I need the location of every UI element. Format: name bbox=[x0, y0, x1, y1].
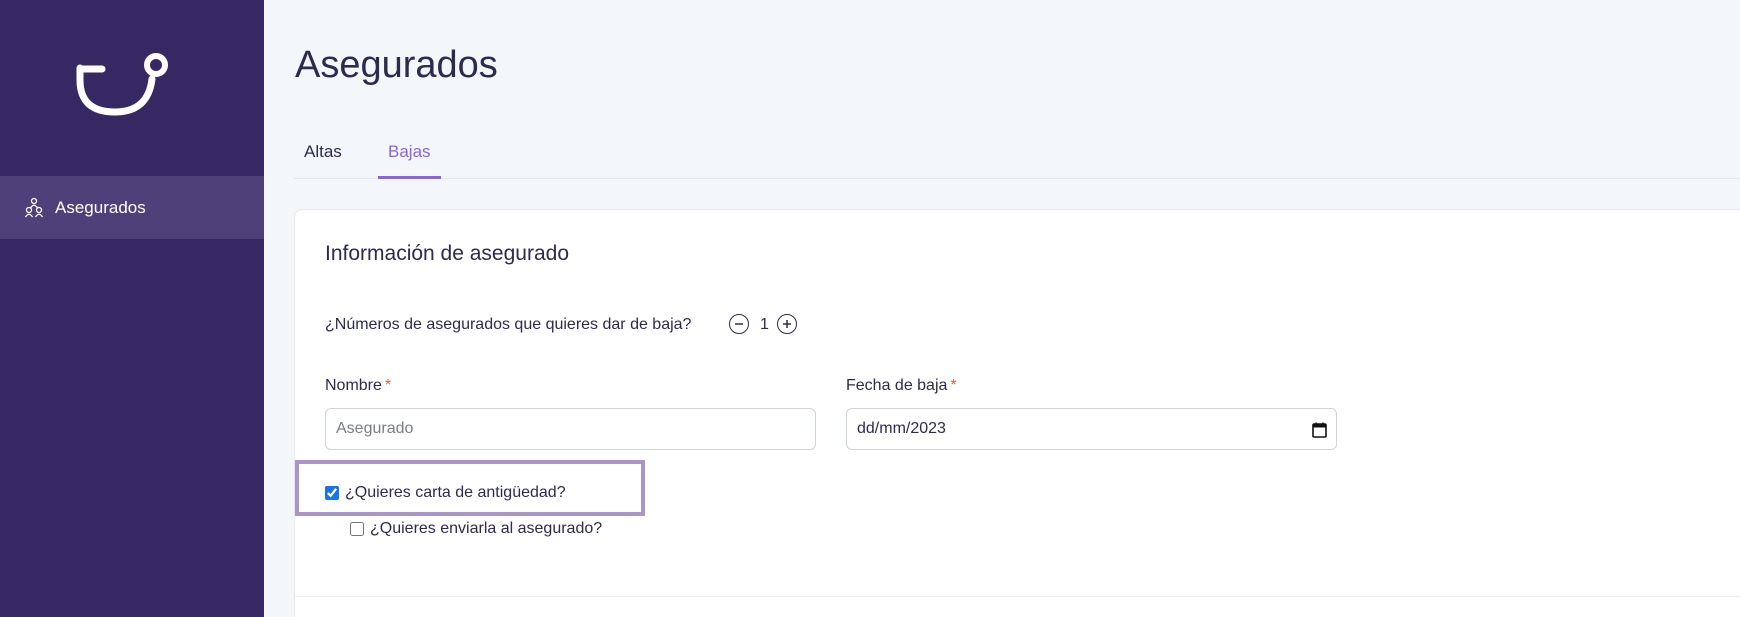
enviar-asegurado-label: ¿Quieres enviarla al asegurado? bbox=[370, 520, 603, 537]
increment-button[interactable] bbox=[777, 314, 797, 334]
carta-antiguedad-option[interactable]: ¿Quieres carta de antigüedad? bbox=[325, 484, 566, 502]
fecha-baja-label: Fecha de baja * bbox=[846, 377, 957, 395]
users-icon bbox=[24, 197, 44, 219]
minus-icon bbox=[735, 323, 743, 325]
carta-antiguedad-label: ¿Quieres carta de antigüedad? bbox=[345, 484, 566, 501]
sidebar-item-label: Asegurados bbox=[55, 197, 146, 217]
main-content: Asegurados Altas Bajas Información de as… bbox=[264, 0, 1740, 617]
carta-antiguedad-checkbox[interactable] bbox=[325, 486, 339, 500]
plus-icon bbox=[783, 320, 791, 328]
count-value: 1 bbox=[760, 316, 769, 333]
enviar-asegurado-checkbox[interactable] bbox=[350, 522, 364, 536]
decrement-button[interactable] bbox=[729, 314, 749, 334]
card-title: Información de asegurado bbox=[325, 242, 569, 265]
sidebar: Asegurados bbox=[0, 0, 264, 617]
calendar-icon[interactable] bbox=[1312, 422, 1327, 438]
tab-altas[interactable]: Altas bbox=[294, 132, 352, 179]
required-marker: * bbox=[384, 377, 392, 394]
nombre-label: Nombre * bbox=[325, 377, 391, 395]
sidebar-item-asegurados[interactable]: Asegurados bbox=[0, 176, 264, 239]
enviar-asegurado-option[interactable]: ¿Quieres enviarla al asegurado? bbox=[350, 520, 602, 538]
card-divider bbox=[295, 596, 1740, 597]
nombre-label-text: Nombre bbox=[325, 377, 382, 394]
tab-bajas[interactable]: Bajas bbox=[378, 132, 441, 179]
count-question-label: ¿Números de asegurados que quieres dar d… bbox=[325, 316, 692, 333]
tab-bar: Altas Bajas bbox=[294, 132, 1740, 179]
fecha-baja-label-text: Fecha de baja bbox=[846, 377, 948, 394]
required-marker: * bbox=[950, 377, 957, 394]
fecha-baja-input[interactable] bbox=[846, 408, 1337, 450]
insured-info-card: Información de asegurado ¿Números de ase… bbox=[294, 209, 1740, 617]
page-title: Asegurados bbox=[295, 44, 498, 86]
nombre-input[interactable] bbox=[325, 408, 816, 450]
tui-logo[interactable] bbox=[76, 46, 182, 124]
